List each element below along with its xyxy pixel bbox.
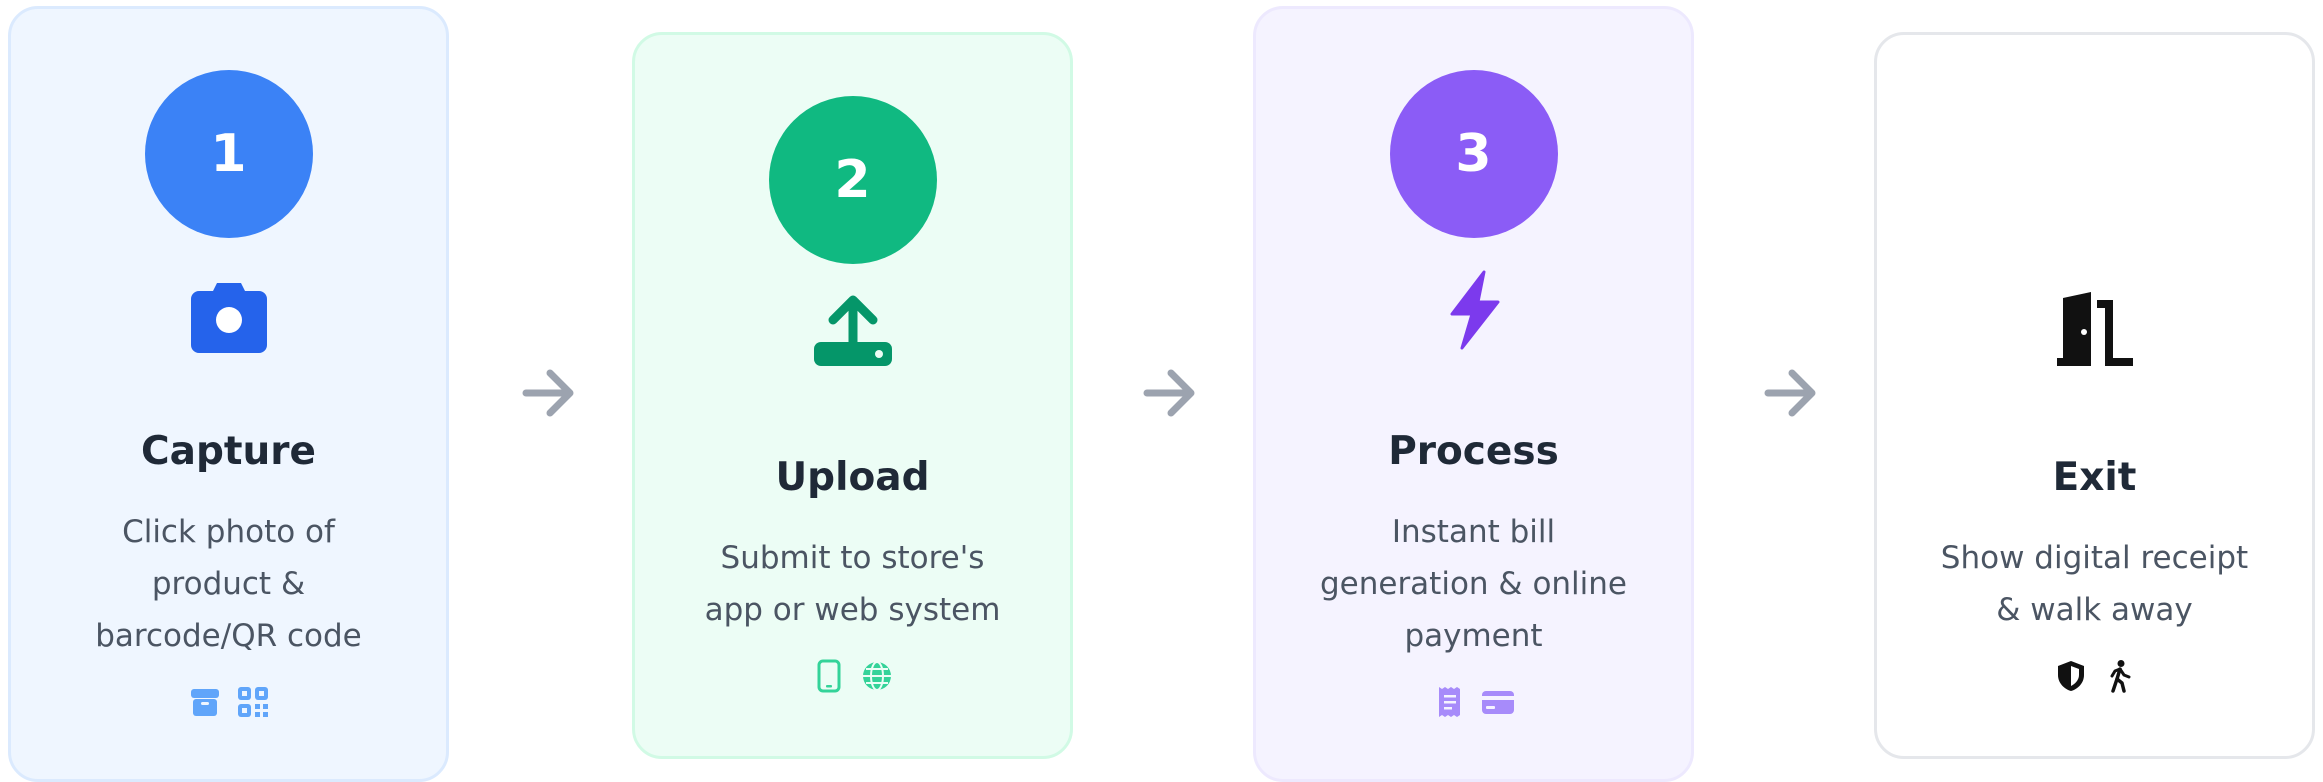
qr-code-icon <box>236 685 270 719</box>
credit-card-icon <box>1481 685 1515 719</box>
camera-icon <box>187 275 271 359</box>
step-title: Capture <box>141 429 316 474</box>
step-sub-icons <box>635 659 1070 695</box>
arrow-right-icon <box>520 366 578 420</box>
step-card-capture: 1 Capture Click photo of product & barco… <box>8 6 449 782</box>
step-card-process: 3 Process Instant bill generation & onli… <box>1253 6 1694 782</box>
step-number-badge: 3 <box>1389 70 1558 238</box>
package-icon <box>188 685 222 719</box>
smartphone-icon <box>812 659 846 693</box>
step-title: Exit <box>2052 455 2137 500</box>
door-exit-icon <box>2053 290 2137 374</box>
step-card-upload: 2 Upload Submit to store's app or web sy… <box>632 32 1073 759</box>
arrow-right-icon <box>1141 366 1199 420</box>
step-sub-icons <box>1877 659 2312 695</box>
bolt-icon <box>1432 268 1516 352</box>
step-number-badge: 2 <box>768 96 937 264</box>
shield-icon <box>2054 659 2088 693</box>
step-description: Show digital receipt & walk away <box>1940 540 2249 628</box>
step-sub-icons <box>1256 685 1691 721</box>
step-description: Click photo of product & barcode/QR code <box>95 514 362 654</box>
step-title: Upload <box>775 455 930 500</box>
upload-icon <box>811 290 895 374</box>
step-description: Submit to store's app or web system <box>704 540 1001 628</box>
step-description: Instant bill generation & online payment <box>1319 514 1628 654</box>
step-title: Process <box>1388 429 1559 474</box>
walking-person-icon <box>2102 659 2136 693</box>
step-card-exit: Exit Show digital receipt & walk away <box>1874 32 2315 759</box>
step-number-badge: 1 <box>144 70 313 238</box>
globe-icon <box>860 659 894 693</box>
arrow-right-icon <box>1762 366 1820 420</box>
receipt-icon <box>1433 685 1467 719</box>
step-sub-icons <box>11 685 446 721</box>
